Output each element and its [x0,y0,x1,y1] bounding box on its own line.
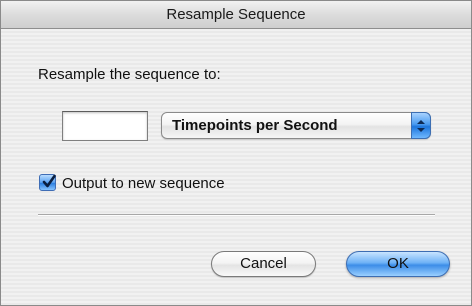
up-down-arrows-icon [411,112,431,139]
output-new-sequence-checkbox[interactable] [39,174,56,191]
unit-popup-selected-label: Timepoints per Second [172,117,338,134]
dialog-window: Resample Sequence Resample the sequence … [0,0,472,306]
output-new-sequence-label[interactable]: Output to new sequence [62,175,225,192]
title-bar[interactable]: Resample Sequence [1,1,471,29]
checkmark-icon [42,174,56,188]
unit-popup-button[interactable]: Timepoints per Second [161,112,431,139]
ok-button[interactable]: OK [346,251,450,277]
window-title: Resample Sequence [166,6,306,23]
separator [38,214,435,216]
cancel-button[interactable]: Cancel [211,251,316,277]
resample-prompt-label: Resample the sequence to: [38,66,221,83]
resample-rate-input[interactable] [62,111,148,141]
